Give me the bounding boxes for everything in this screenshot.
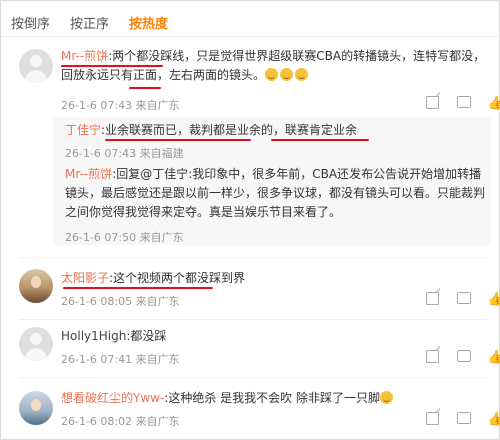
reply-timestamp: 26-1-6 07:50 来自广东 <box>65 231 184 244</box>
share-icon[interactable] <box>426 292 439 305</box>
comment-actions: 👍 <box>426 96 500 111</box>
divider <box>19 319 489 320</box>
sort-bar: 按倒序 按正序 按热度 <box>11 13 168 33</box>
comment-icon[interactable] <box>457 292 471 304</box>
highlight-underline <box>271 139 369 141</box>
avatar[interactable] <box>19 49 53 83</box>
divider <box>19 257 489 258</box>
share-icon[interactable] <box>426 350 439 363</box>
comment-username[interactable]: 太阳影子 <box>61 271 109 285</box>
comment-username[interactable]: Holly1High <box>61 329 126 343</box>
comment-timestamp: 26-1-6 07:41 来自广东 <box>61 353 180 366</box>
reply-text: :业余联赛而已，裁判都是业余的，联赛肯定业余 <box>101 123 358 137</box>
face-emoji-icon <box>265 68 279 81</box>
reply-text: :回复@丁佳宁:我印象中，很多年前，CBA还发布公告说开始增加转播镜头，最后感觉… <box>65 167 486 219</box>
sort-tab-hot[interactable]: 按热度 <box>129 13 168 33</box>
comment-actions: 👍 <box>426 350 500 365</box>
comment-actions: 👍 <box>426 412 500 427</box>
comment-text: :这种绝杀 是我我不会吹 除非踩了一只脚 <box>164 391 380 405</box>
comment-body: Holly1High:都没踩 <box>61 327 486 346</box>
like-icon[interactable]: 👍 <box>488 96 500 111</box>
face-emoji-icon <box>295 68 309 81</box>
comment-actions: 👍 <box>426 292 500 307</box>
comment-icon[interactable] <box>457 350 471 362</box>
highlight-underline <box>61 65 163 67</box>
face-emoji-icon <box>280 68 294 81</box>
comment-text-pre: :两个 <box>108 49 137 63</box>
comment-body: 太阳影子:这个视频两个都没踩到界 <box>61 269 486 288</box>
comment-panel: 按倒序 按正序 按热度 Mr--煎饼:两个都没踩线，只是觉得世界超级联赛CBA的… <box>0 0 500 440</box>
reply-username[interactable]: 丁佳宁 <box>65 123 101 137</box>
sort-tab-desc[interactable]: 按倒序 <box>11 13 50 33</box>
like-icon[interactable]: 👍 <box>488 292 500 307</box>
reply-body: Mr--煎饼:回复@丁佳宁:我印象中，很多年前，CBA还发布公告说开始增加转播镜… <box>65 165 485 222</box>
like-icon[interactable]: 👍 <box>488 412 500 427</box>
comment-text-highlight: 都没踩线 <box>136 49 185 63</box>
highlight-underline <box>105 139 251 141</box>
divider <box>19 377 489 378</box>
share-icon[interactable] <box>426 412 439 425</box>
comment-username[interactable]: 想看破红尘的Yww- <box>61 391 164 405</box>
like-icon[interactable]: 👍 <box>488 350 500 365</box>
comment-icon[interactable] <box>457 412 471 424</box>
comment-icon[interactable] <box>457 96 471 108</box>
comment-timestamp: 26-1-6 08:02 来自广东 <box>61 415 180 428</box>
comment-text: :这个视频两个都没踩到界 <box>109 271 246 285</box>
avatar[interactable] <box>19 269 53 303</box>
comment-timestamp: 26-1-6 07:43 来自广东 <box>61 99 180 112</box>
avatar[interactable] <box>19 391 53 425</box>
sort-tab-asc[interactable]: 按正序 <box>70 13 109 33</box>
reply-timestamp: 26-1-6 07:43 来自福建 <box>65 147 184 160</box>
comment-body: 想看破红尘的Yww-:这种绝杀 是我我不会吹 除非踩了一只脚 <box>61 389 486 408</box>
avatar[interactable] <box>19 327 53 361</box>
share-icon[interactable] <box>426 96 439 109</box>
divider <box>1 36 499 37</box>
highlight-underline <box>129 87 161 89</box>
reply-username[interactable]: Mr--煎饼 <box>65 167 112 181</box>
highlight-underline <box>63 287 213 289</box>
reply-body: 丁佳宁:业余联赛而已，裁判都是业余的，联赛肯定业余 <box>65 121 485 140</box>
comment-username[interactable]: Mr--煎饼 <box>61 49 108 63</box>
face-emoji-icon <box>379 391 393 404</box>
comment-text: :都没踩 <box>126 329 167 343</box>
comment-timestamp: 26-1-6 08:05 来自广东 <box>61 295 180 308</box>
